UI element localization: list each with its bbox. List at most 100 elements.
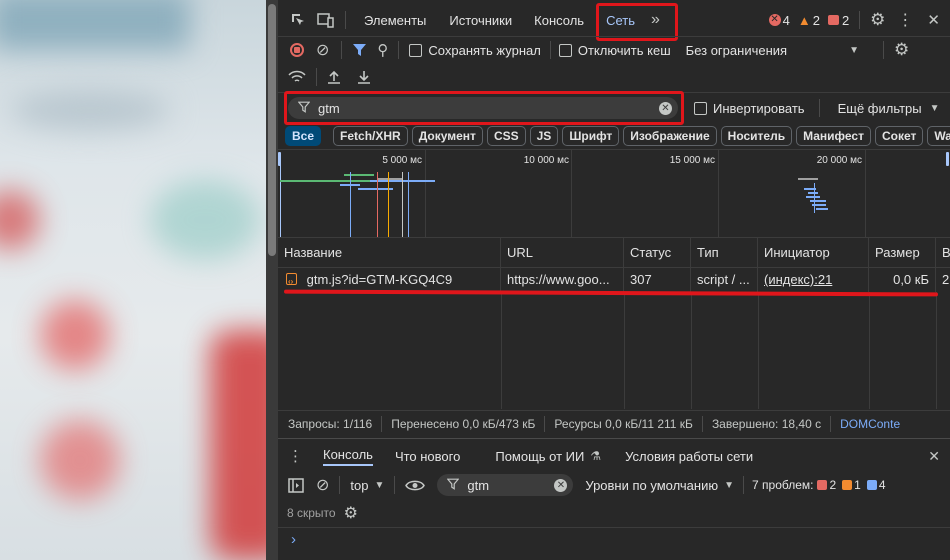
type-filter-js[interactable]: JS [529,126,559,146]
drawer-tab-ai-help[interactable]: Помощь от ИИ [495,449,584,464]
clear-console-icon[interactable]: ⊘ [316,475,329,495]
clear-icon[interactable]: ⊘ [316,40,329,60]
column-header-size[interactable]: Размер [869,238,936,268]
drawer-menu-kebab-icon[interactable]: ⋮ [288,447,303,465]
drawer-tab-whats-new[interactable]: Что нового [395,449,460,464]
toolbar-divider [316,68,317,86]
console-settings-gear-icon[interactable]: ⚙ [344,503,358,523]
inspected-page-preview [0,0,266,560]
request-name-cell[interactable]: ‹› gtm.js?id=GTM-KGQ4C9 [278,268,501,292]
throttling-dropdown-arrow-icon[interactable]: ▼ [849,45,859,56]
network-status-bar: Запросы: 1/116 Перенесено 0,0 кБ/473 кБ … [278,413,950,435]
column-header-type[interactable]: Тип [691,238,758,268]
invert-checkbox[interactable] [694,101,707,115]
problem-warning-icon [842,480,853,490]
annotation-filter-box [284,91,684,125]
console-filter-box[interactable]: gtm ✕ [437,474,574,496]
clear-console-filter-icon[interactable]: ✕ [554,478,568,492]
type-filter-manifest[interactable]: Манифест [796,126,871,146]
type-filter-document[interactable]: Документ [411,126,483,146]
drawer-tab-bar: ⋮ Консоль Что нового Помощь от ИИ ⚗ Усло… [278,444,950,468]
status-requests: Запросы: 1/116 [288,417,373,431]
type-filter-bar: Все Fetch/XHR Документ CSS JS Шрифт Изоб… [278,125,950,147]
problem-warning-count: 1 [854,478,861,492]
close-devtools-icon[interactable]: ✕ [927,11,940,29]
column-header-url[interactable]: URL [501,238,624,268]
disable-cache-checkbox[interactable] [558,43,572,57]
column-header-status[interactable]: Статус [624,238,691,268]
issues-counter[interactable]: ✕ 4 ▲ 2 2 [768,12,849,28]
request-table-header: Название URL Статус Тип Инициатор Размер… [278,238,950,268]
type-filter-css[interactable]: CSS [486,126,526,146]
throttling-select[interactable]: Без ограничения [686,43,787,58]
log-levels-select[interactable]: Уровни по умолчанию [585,478,718,493]
preserve-log-label: Сохранять журнал [428,42,541,58]
tab-console[interactable]: Консоль [534,13,584,28]
flask-icon: ⚗ [590,449,602,463]
preserve-log-checkbox[interactable] [409,43,423,57]
status-finished: Завершено: 18,40 с [711,417,822,431]
tab-elements[interactable]: Элементы [364,13,426,28]
toolbar-divider [381,416,383,432]
more-options-kebab-icon[interactable]: ⋮ [897,10,913,30]
drawer-tab-network-conditions[interactable]: Условия работы сети [625,449,753,464]
context-select[interactable]: top [350,478,368,493]
settings-gear-icon[interactable]: ⚙ [870,10,885,30]
record-stop-icon[interactable] [290,43,304,57]
more-filters-button[interactable]: Ещё фильтры [838,101,922,116]
type-filter-image[interactable]: Изображение [623,126,717,146]
status-resources: Ресурсы 0,0 кБ/11 211 кБ [554,417,693,431]
problems-label[interactable]: 7 проблем: [752,478,813,492]
toolbar-divider [398,41,400,59]
type-filter-fetch-xhr[interactable]: Fetch/XHR [333,126,408,146]
script-file-icon: ‹› [286,273,297,286]
type-filter-font[interactable]: Шрифт [562,126,620,146]
network-conditions-wifi-icon[interactable] [288,70,306,84]
invert-label: Инвертировать [713,100,805,116]
request-initiator-link[interactable]: (индекс):21 [758,268,869,292]
warning-icon: ▲ [797,12,811,28]
type-filter-wasm[interactable]: Wasm [927,126,950,146]
divider [278,410,950,411]
hidden-messages-count: 8 скрыто [287,506,336,520]
type-filter-socket[interactable]: Сокет [874,126,924,146]
column-header-initiator[interactable]: Инициатор [758,238,869,268]
drawer-divider[interactable] [278,438,950,439]
close-drawer-icon[interactable]: ✕ [928,448,940,465]
console-sidebar-icon[interactable] [288,477,304,493]
disable-cache-label: Отключить кеш [577,42,671,58]
tab-sources[interactable]: Источники [449,13,512,28]
column-header-time[interactable]: В [936,238,950,268]
timeline-right-handle[interactable] [946,152,949,166]
timeline-tick-20000: 20 000 мс [816,155,862,166]
type-filter-all[interactable]: Все [285,126,322,146]
more-filters-arrow-icon[interactable]: ▼ [930,103,940,114]
live-expression-eye-icon[interactable] [405,479,426,492]
toolbar-divider [882,41,884,59]
timeline-tick-5000: 5 000 мс [382,155,422,166]
console-prompt-row[interactable]: › [278,530,950,548]
device-toolbar-icon[interactable] [316,12,336,28]
inspect-element-icon[interactable] [288,12,308,28]
status-transferred: Перенесено 0,0 кБ/473 кБ [391,417,536,431]
type-filter-media[interactable]: Носитель [720,126,793,146]
export-har-icon[interactable] [357,70,371,85]
toolbar-divider [544,416,546,432]
log-levels-arrow-icon[interactable]: ▼ [724,480,734,491]
console-filter-input[interactable]: gtm [467,478,489,493]
import-har-icon[interactable] [327,70,341,85]
network-settings-gear-icon[interactable]: ⚙ [894,40,909,60]
search-icon[interactable]: ⚲ [377,41,388,59]
network-overview-timeline[interactable]: 5 000 мс 10 000 мс 15 000 мс 20 000 мс [278,150,950,237]
drawer-tab-console[interactable]: Консоль [323,447,373,466]
table-row[interactable]: ‹› gtm.js?id=GTM-KGQ4C9 https://www.goo.… [278,268,950,292]
context-dropdown-arrow-icon[interactable]: ▼ [374,480,384,491]
toolbar-divider [818,99,820,117]
column-header-name[interactable]: Название [278,238,501,268]
filter-funnel-icon[interactable] [352,43,367,57]
console-hidden-row: 8 скрыто ⚙ [278,503,950,523]
divider [278,527,950,528]
console-toolbar: ⊘ top ▼ gtm ✕ Уровни по умолчанию ▼ 7 пр… [278,473,950,497]
page-scrollbar[interactable] [266,0,278,560]
page-scrollbar-thumb[interactable] [268,4,276,256]
